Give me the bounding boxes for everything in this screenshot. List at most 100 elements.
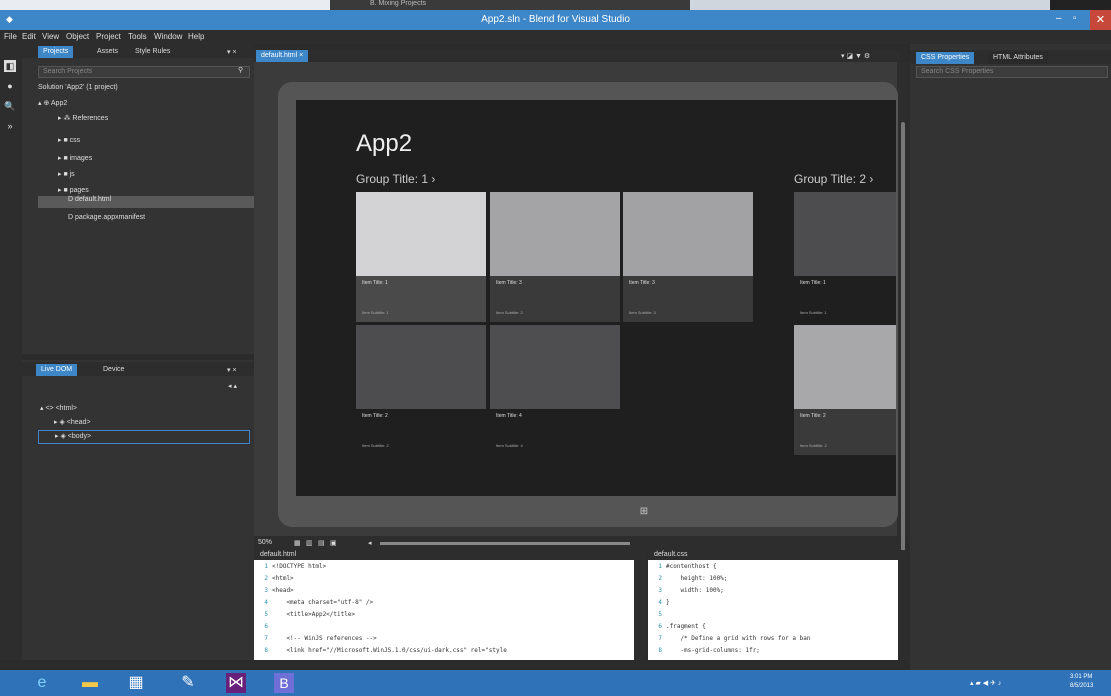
menu-object[interactable]: Object	[66, 32, 89, 41]
tools-strip: ◧ ● 🔍 »	[0, 44, 22, 660]
file-explorer-icon[interactable]: ▬	[80, 673, 100, 693]
blend-icon[interactable]: B	[274, 673, 294, 693]
tab-css-properties[interactable]: CSS Properties	[916, 52, 975, 64]
editor-bottom-scroll[interactable]	[254, 660, 910, 670]
expand-tools-icon[interactable]: »	[4, 120, 16, 132]
close-button[interactable]: ✕	[1090, 10, 1111, 30]
view-mode-icon[interactable]: ▣	[330, 539, 337, 547]
tree-item[interactable]: ▸ ■ images	[58, 154, 92, 162]
live-dom-tabs: Live DOM Device ▾ ×	[22, 362, 254, 376]
menu-file[interactable]: File	[4, 32, 17, 41]
tile-title: Item Title: 1	[800, 280, 826, 286]
tree-item[interactable]: ▸ ⁂ References	[58, 114, 108, 122]
dom-tools-icon[interactable]: ◂ ▴	[228, 382, 237, 390]
horizontal-scrollbar[interactable]	[380, 542, 630, 545]
search-icon: ⚲	[238, 67, 244, 74]
system-tray-icons[interactable]: ▴ ▰ ◀ ✈ ♪	[970, 679, 1001, 687]
zoom-tool-icon[interactable]: 🔍	[4, 100, 16, 112]
menu-project[interactable]: Project	[96, 32, 121, 41]
tree-item[interactable]: D package.appxmanifest	[68, 214, 145, 221]
tree-item[interactable]: ▸ ■ pages	[58, 186, 89, 194]
tab-device[interactable]: Device	[98, 364, 129, 376]
css-code-editor[interactable]: 1 #contenthost {2 height: 100%; 3 width: 1…	[648, 560, 898, 660]
line-number: 2	[658, 575, 662, 582]
tile-image[interactable]	[356, 325, 486, 409]
menu-help[interactable]: Help	[188, 32, 204, 41]
tile-image[interactable]	[623, 192, 753, 276]
tree-item-selected[interactable]: D default.html	[38, 196, 254, 208]
view-mode-icon[interactable]: ▦	[294, 539, 301, 547]
search-projects-input[interactable]: Search Projects	[38, 66, 250, 78]
scroll-left-icon[interactable]: ◂	[368, 539, 372, 547]
tree-item[interactable]: ▸ ■ css	[58, 136, 80, 144]
minimize-button[interactable]: –	[1056, 13, 1062, 24]
dom-node[interactable]: ▴ <> <html>	[40, 404, 77, 412]
app-icon-3[interactable]: ▦	[126, 673, 146, 693]
zoom-value[interactable]: 50%	[258, 539, 272, 546]
selection-tool-icon[interactable]: ◧	[4, 60, 16, 72]
tree-item[interactable]: ▸ ■ js	[58, 170, 75, 178]
code-line[interactable]: <!DOCTYPE html>	[272, 563, 326, 570]
html-code-editor[interactable]: 1 <!DOCTYPE html> 2 <html> 3 <head> 4 <meta ch…	[254, 560, 634, 660]
home-icon[interactable]: ⊞	[637, 506, 651, 520]
code-line[interactable]: <meta charset="utf-8" />	[272, 599, 373, 606]
paint-icon[interactable]: ✎	[178, 673, 198, 693]
code-line[interactable]: <link href="//Microsoft.WinJS.1.0/css/ui…	[272, 647, 506, 654]
line-number: 1	[264, 563, 268, 570]
view-mode-icon[interactable]: ▥	[306, 539, 313, 547]
line-number: 8	[658, 647, 662, 654]
tab-default-html[interactable]: default.html ×	[256, 50, 309, 62]
tile-image[interactable]	[794, 325, 896, 409]
css-editor-file: default.css	[654, 551, 688, 558]
tab-assets[interactable]: Assets	[92, 46, 123, 58]
background-window-right	[1050, 0, 1111, 10]
tab-live-dom[interactable]: Live DOM	[36, 364, 78, 376]
menu-tools[interactable]: Tools	[128, 32, 147, 41]
code-line[interactable]: <head>	[272, 587, 294, 594]
scroll-thumb[interactable]	[901, 122, 905, 572]
clock-time[interactable]: 3:01 PM	[1070, 674, 1092, 680]
tab-html-attributes[interactable]: HTML Attributes	[988, 52, 1048, 64]
maximize-button[interactable]: ▫	[1073, 13, 1077, 24]
tile-image[interactable]	[490, 192, 620, 276]
dom-node-selected[interactable]: ▸ ◈ <body>	[38, 430, 250, 444]
view-mode-icon[interactable]: ▤	[318, 539, 325, 547]
tile-image[interactable]	[490, 325, 620, 409]
menu-window[interactable]: Window	[154, 32, 182, 41]
group-title-1: Group Title: 1 ›	[356, 172, 436, 186]
internet-explorer-icon[interactable]: e	[32, 673, 52, 693]
dom-node[interactable]: ▸ ◈ <head>	[54, 418, 91, 426]
line-number: 8	[264, 647, 268, 654]
visual-studio-icon[interactable]: ⋈	[226, 673, 246, 693]
tile-image[interactable]	[356, 192, 486, 276]
tile-subtitle: Item Subtitle: 1	[362, 310, 389, 315]
brush-tool-icon[interactable]: ●	[4, 80, 16, 92]
clock-date[interactable]: 8/5/2013	[1070, 683, 1093, 689]
tree-item[interactable]: ▴ ⊕ App2	[38, 99, 67, 107]
html-editor-scrollbar[interactable]	[634, 550, 646, 660]
tab-style-rules[interactable]: Style Rules	[130, 46, 175, 58]
code-line[interactable]: /* Define a grid with rows for a ban	[666, 635, 810, 642]
css-editor-scrollbar[interactable]	[898, 560, 910, 660]
code-line[interactable]: #contenthost {	[666, 563, 717, 570]
tile-image[interactable]	[794, 192, 896, 276]
code-line[interactable]: -ms-grid-columns: 1fr;	[666, 647, 759, 654]
vertical-scrollbar[interactable]	[897, 62, 910, 572]
close-icon[interactable]: ×	[299, 52, 303, 59]
code-line[interactable]: <!-- WinJS references -->	[272, 635, 376, 642]
code-line[interactable]: <html>	[272, 575, 294, 582]
panel-pin-icon[interactable]: ▾ ×	[222, 364, 242, 376]
title-bar: ◆ App2.sln - Blend for Visual Studio – ▫…	[0, 10, 1111, 30]
search-css-properties-input[interactable]: Search CSS Properties	[916, 66, 1108, 78]
tab-projects[interactable]: Projects	[38, 46, 74, 58]
panel-pin-icon[interactable]: ▾ ×	[222, 46, 242, 58]
artboard-toolbar-icons[interactable]: ▾ ◪ ▼ ⚙	[836, 50, 875, 62]
menu-view[interactable]: View	[42, 32, 59, 41]
tree-item[interactable]: Solution 'App2' (1 project)	[38, 84, 118, 91]
code-line[interactable]: }	[666, 599, 670, 606]
code-line[interactable]: <title>App2</title>	[272, 611, 355, 618]
code-line[interactable]: height: 100%;	[666, 575, 727, 582]
code-line[interactable]: .fragment {	[666, 623, 706, 630]
code-line[interactable]: width: 100%;	[666, 587, 723, 594]
menu-edit[interactable]: Edit	[22, 32, 36, 41]
